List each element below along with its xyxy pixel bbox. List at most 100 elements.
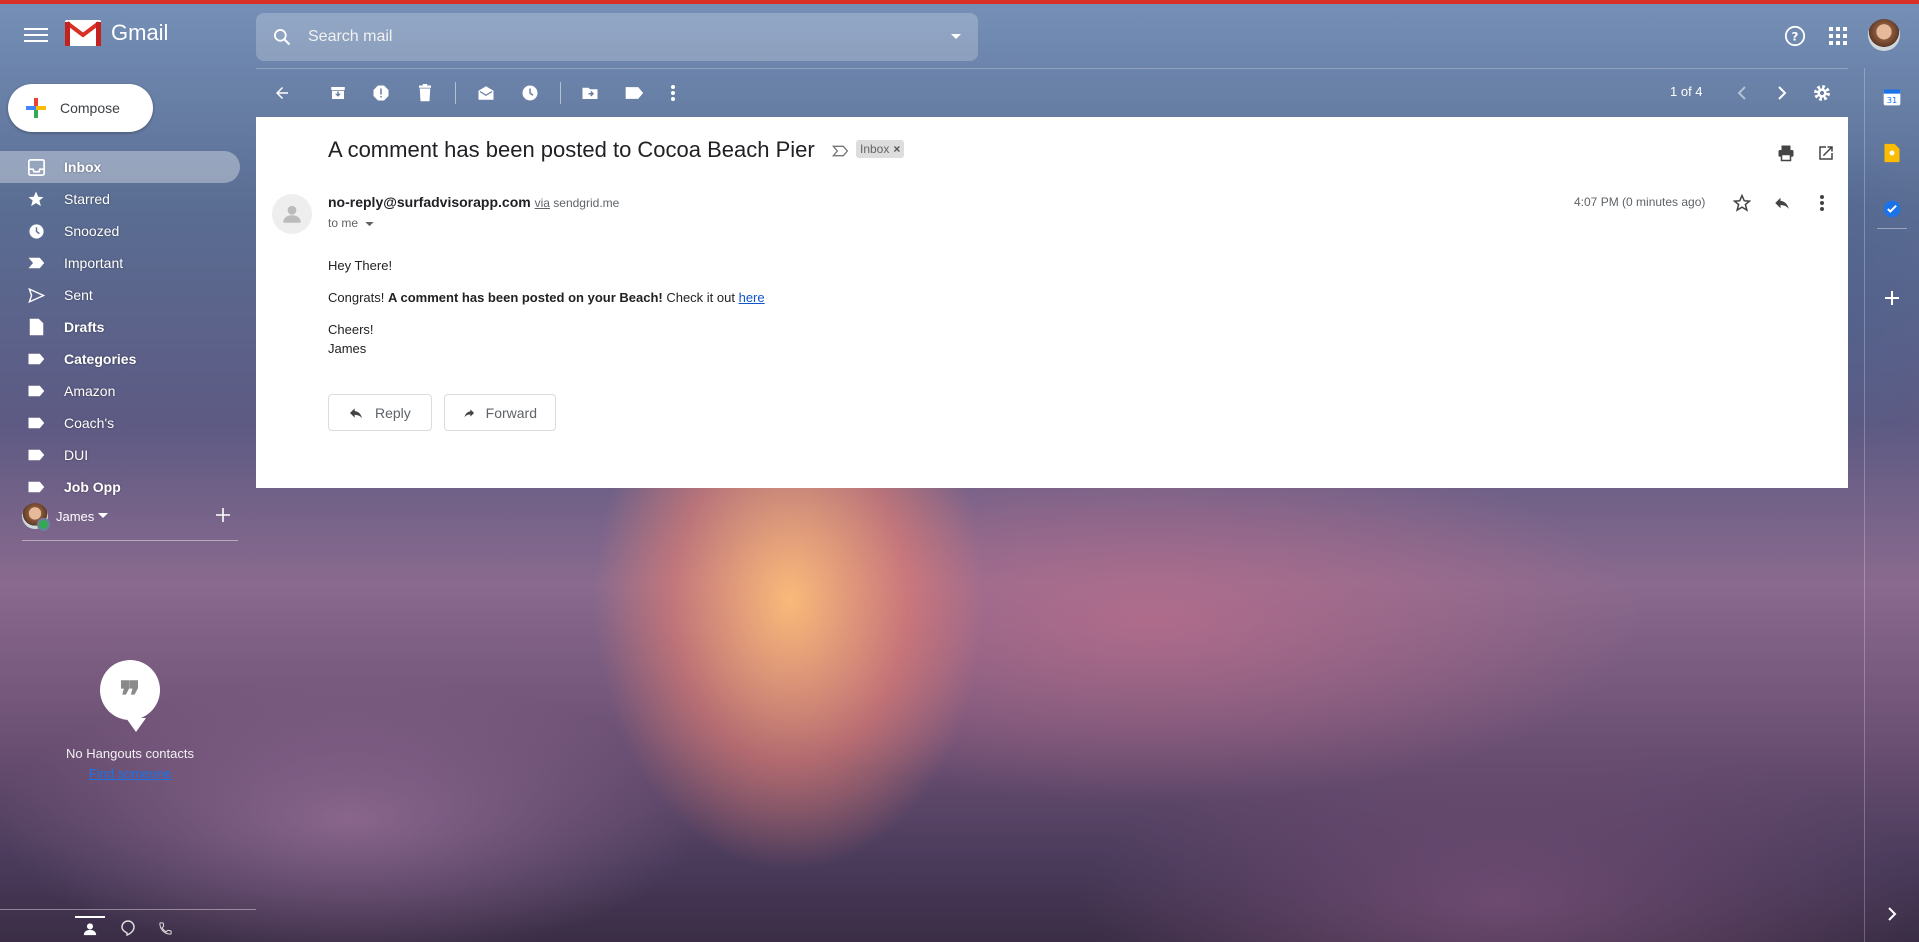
phone-icon[interactable] bbox=[150, 916, 180, 940]
remove-label-icon[interactable]: × bbox=[893, 142, 900, 156]
contacts-person-icon[interactable] bbox=[75, 916, 105, 940]
older-chevron-icon[interactable] bbox=[1771, 82, 1793, 104]
search-input[interactable]: Search mail bbox=[308, 28, 950, 46]
sender-avatar-placeholder bbox=[272, 194, 312, 234]
label-icon bbox=[26, 381, 46, 401]
svg-text:?: ? bbox=[1792, 30, 1799, 44]
reply-icon[interactable] bbox=[1770, 191, 1794, 215]
email-subject: A comment has been posted to Cocoa Beach… bbox=[328, 137, 815, 162]
get-addons-plus-icon[interactable] bbox=[1880, 286, 1904, 310]
toolbar-separator bbox=[455, 82, 456, 104]
recipient-text: to me bbox=[328, 216, 359, 230]
snooze-icon[interactable] bbox=[519, 82, 541, 104]
toolbar-separator bbox=[560, 82, 561, 104]
reply-label: Reply bbox=[375, 404, 411, 421]
sidebar-item-label: Inbox bbox=[64, 159, 102, 175]
user-name: James bbox=[56, 508, 95, 524]
sidebar-item-important[interactable]: Important bbox=[0, 247, 240, 279]
user-avatar bbox=[22, 503, 50, 531]
open-in-new-window-icon[interactable] bbox=[1814, 141, 1838, 165]
sidebar-item-dui[interactable]: DUI bbox=[0, 439, 240, 471]
main-menu-button[interactable] bbox=[20, 24, 52, 48]
show-details-chevron-icon[interactable] bbox=[365, 222, 375, 227]
sidebar-item-drafts[interactable]: Drafts bbox=[0, 311, 240, 343]
delete-icon[interactable] bbox=[414, 82, 436, 104]
bottom-tabs-divider bbox=[0, 909, 256, 910]
no-contacts-text: No Hangouts contacts bbox=[66, 746, 194, 761]
sidebar-item-snoozed[interactable]: Snoozed bbox=[0, 215, 240, 247]
print-icon[interactable] bbox=[1774, 141, 1798, 165]
back-icon[interactable] bbox=[271, 82, 293, 104]
forward-button[interactable]: Forward bbox=[444, 394, 556, 431]
sidebar-item-amazon[interactable]: Amazon bbox=[0, 375, 240, 407]
body-text: Check it out bbox=[662, 290, 739, 305]
newer-chevron-icon[interactable] bbox=[1731, 82, 1753, 104]
sidebar-item-sent[interactable]: Sent bbox=[0, 279, 240, 311]
send-icon bbox=[26, 285, 46, 305]
sidebar-nav: Inbox Starred Snoozed Important Sent Dra… bbox=[0, 151, 240, 503]
mark-unread-icon[interactable] bbox=[475, 82, 497, 104]
forward-arrow-icon bbox=[464, 408, 475, 417]
email-body: Hey There! Congrats! A comment has been … bbox=[328, 256, 765, 358]
side-panel-divider bbox=[1877, 228, 1907, 229]
inbox-icon bbox=[26, 157, 46, 177]
via-link[interactable]: via bbox=[535, 196, 550, 210]
hangouts-divider bbox=[22, 540, 238, 541]
keep-notes-icon[interactable] bbox=[1880, 141, 1904, 165]
search-icon[interactable] bbox=[272, 27, 292, 47]
expand-panel-chevron-icon[interactable] bbox=[1880, 902, 1904, 926]
forward-label: Forward bbox=[485, 404, 537, 421]
calendar-icon[interactable]: 31 bbox=[1880, 85, 1904, 109]
report-spam-icon[interactable] bbox=[370, 82, 392, 104]
email-view: A comment has been posted to Cocoa Beach… bbox=[256, 117, 1848, 488]
add-contact-icon[interactable] bbox=[215, 507, 231, 523]
search-bar[interactable]: Search mail bbox=[256, 13, 978, 61]
here-link[interactable]: here bbox=[739, 290, 765, 305]
sidebar-item-label: Job Opp bbox=[64, 479, 121, 495]
plus-multicolor-icon bbox=[26, 98, 46, 118]
clock-icon bbox=[26, 221, 46, 241]
reply-button[interactable]: Reply bbox=[328, 394, 432, 431]
label-icon bbox=[26, 349, 46, 369]
svg-text:31: 31 bbox=[1887, 95, 1898, 105]
archive-icon[interactable] bbox=[327, 82, 349, 104]
settings-gear-icon[interactable] bbox=[1811, 82, 1833, 104]
more-options-icon[interactable] bbox=[1810, 191, 1834, 215]
body-message: Congrats! A comment has been posted on y… bbox=[328, 288, 765, 307]
help-icon[interactable]: ? bbox=[1783, 24, 1807, 48]
sidebar-item-label: Sent bbox=[64, 287, 93, 303]
body-signature: James bbox=[328, 341, 367, 356]
sidebar-item-job-opp[interactable]: Job Opp bbox=[0, 471, 240, 503]
label-icon bbox=[26, 445, 46, 465]
via-text: via sendgrid.me bbox=[535, 196, 620, 210]
important-icon bbox=[26, 253, 46, 273]
compose-button[interactable]: Compose bbox=[8, 84, 153, 132]
body-signoff: Cheers! bbox=[328, 322, 374, 337]
importance-marker-icon[interactable] bbox=[831, 144, 850, 162]
hangouts-chat-icon[interactable] bbox=[113, 916, 143, 940]
email-timestamp: 4:07 PM (0 minutes ago) bbox=[1574, 195, 1706, 209]
label-as-icon[interactable] bbox=[623, 82, 645, 104]
star-toggle-icon[interactable] bbox=[1730, 191, 1754, 215]
recipient-line[interactable]: to me bbox=[328, 216, 375, 230]
hangouts-user[interactable]: James bbox=[22, 503, 109, 531]
sidebar-item-label: Drafts bbox=[64, 319, 105, 335]
find-someone-link[interactable]: Find someone bbox=[89, 766, 171, 781]
tasks-icon[interactable] bbox=[1880, 197, 1904, 221]
move-to-icon[interactable] bbox=[579, 82, 601, 104]
apps-grid-icon[interactable] bbox=[1826, 24, 1850, 48]
search-options-icon[interactable] bbox=[950, 33, 962, 41]
label-icon bbox=[26, 477, 46, 497]
gmail-logo[interactable]: Gmail bbox=[65, 20, 168, 46]
sender-email[interactable]: no-reply@surfadvisorapp.com bbox=[328, 194, 531, 210]
sidebar-item-starred[interactable]: Starred bbox=[0, 183, 240, 215]
top-accent-stripe bbox=[0, 0, 1919, 4]
sidebar-item-categories[interactable]: Categories bbox=[0, 343, 240, 375]
sidebar-item-inbox[interactable]: Inbox bbox=[0, 151, 240, 183]
draft-icon bbox=[26, 317, 46, 337]
account-avatar[interactable] bbox=[1868, 19, 1900, 51]
sidebar-item-coachs[interactable]: Coach's bbox=[0, 407, 240, 439]
sidebar-item-label: Starred bbox=[64, 191, 110, 207]
sidebar-item-label: Important bbox=[64, 255, 124, 271]
more-actions-icon[interactable] bbox=[662, 82, 684, 104]
